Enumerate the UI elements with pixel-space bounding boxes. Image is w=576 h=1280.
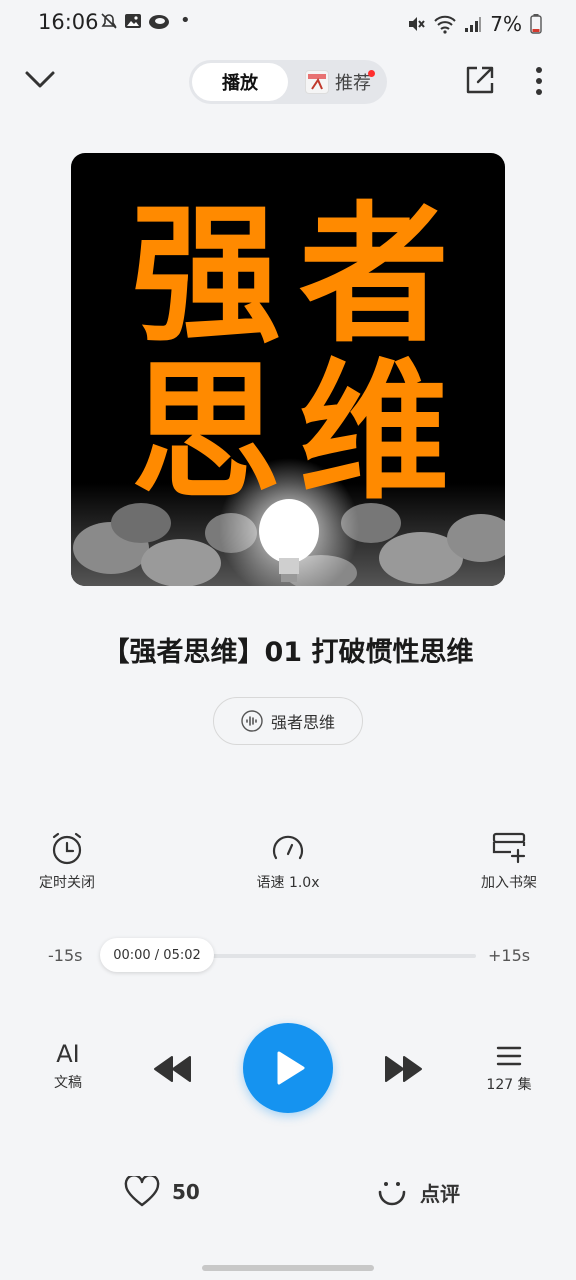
more-options-icon[interactable]: [528, 66, 550, 96]
playback-controls: AI 文稿 127 集: [0, 1020, 576, 1120]
status-dot: •: [180, 10, 191, 31]
list-icon: [496, 1046, 522, 1066]
cover-char: 维: [299, 346, 450, 520]
tab-play-label: 播放: [222, 73, 258, 94]
app-notification-icon: [149, 15, 169, 29]
top-bar: 播放 推荐: [0, 52, 576, 112]
smile-comment-icon: [378, 1182, 406, 1206]
play-button[interactable]: [243, 1023, 333, 1113]
gallery-icon: [125, 14, 141, 28]
rewind-icon[interactable]: [152, 1054, 194, 1084]
mute-icon: [409, 17, 426, 31]
ai-label: AI: [56, 1040, 80, 1068]
heart-icon: [124, 1176, 160, 1207]
cover-title: 强 者 思 维: [71, 153, 505, 586]
cover-char: 强: [131, 189, 282, 363]
ai-transcript-button[interactable]: AI 文稿: [40, 1040, 96, 1092]
album-name: 强者思维: [270, 713, 335, 732]
episode-list-button[interactable]: 127 集: [480, 1044, 538, 1094]
status-time: 16:06: [38, 10, 99, 34]
progress-thumb[interactable]: 00:00 / 05:02: [100, 938, 214, 972]
comment-button[interactable]: 点评: [376, 1176, 460, 1208]
add-to-shelf-label: 加入书架: [481, 875, 537, 891]
signal-icon: [465, 17, 482, 32]
episode-count-label: 127 集: [486, 1077, 532, 1093]
add-to-shelf-button[interactable]: 加入书架: [454, 830, 564, 892]
forward-15-button[interactable]: +15s: [488, 946, 530, 965]
album-cover: 强 者 思 维: [71, 153, 505, 586]
play-icon: [277, 1051, 305, 1085]
fast-forward-icon[interactable]: [382, 1054, 424, 1084]
sleep-timer-label: 定时关闭: [39, 875, 95, 891]
like-button[interactable]: 50: [124, 1176, 200, 1208]
alarm-clock-icon: [52, 832, 82, 865]
battery-icon: [530, 14, 542, 34]
playback-speed-button[interactable]: 语速 1.0x: [233, 830, 343, 892]
home-indicator[interactable]: [202, 1265, 374, 1271]
bookshelf-add-icon: [492, 832, 526, 864]
wifi-icon: [434, 15, 456, 34]
tab-recommend-label: 推荐: [335, 73, 371, 94]
cover-char: 思: [131, 346, 282, 520]
comment-label: 点评: [420, 1181, 460, 1206]
like-count: 50: [172, 1180, 200, 1204]
collapse-chevron-icon[interactable]: [22, 62, 58, 98]
bottom-actions: 50 点评: [0, 1170, 576, 1220]
share-icon[interactable]: [464, 64, 496, 96]
playback-speed-label: 语速 1.0x: [256, 875, 320, 891]
cover-char: 者: [299, 189, 450, 363]
battery-percent: 7%: [490, 12, 522, 36]
player-tab-switcher: 播放 推荐: [189, 60, 387, 104]
tab-recommend[interactable]: 推荐: [305, 63, 385, 101]
tab-play[interactable]: 播放: [192, 63, 288, 101]
album-link-button[interactable]: 强者思维: [213, 697, 363, 745]
speedometer-icon: [272, 835, 304, 860]
rewind-15-button[interactable]: -15s: [48, 946, 82, 965]
sleep-timer-button[interactable]: 定时关闭: [12, 830, 122, 892]
recommend-thumbnail-icon: [305, 70, 329, 94]
progress-row: -15s 00:00 / 05:02 +15s: [0, 936, 576, 976]
progress-time: 00:00 / 05:02: [113, 947, 201, 963]
transcript-label: 文稿: [54, 1075, 82, 1091]
track-title: 【强者思维】01 打破惯性思维: [102, 637, 474, 668]
audio-wave-icon: [241, 710, 263, 732]
muted-notification-icon: [101, 13, 117, 29]
status-bar: 16:06 • 7%: [0, 0, 576, 48]
recommend-badge-dot: [368, 70, 375, 77]
